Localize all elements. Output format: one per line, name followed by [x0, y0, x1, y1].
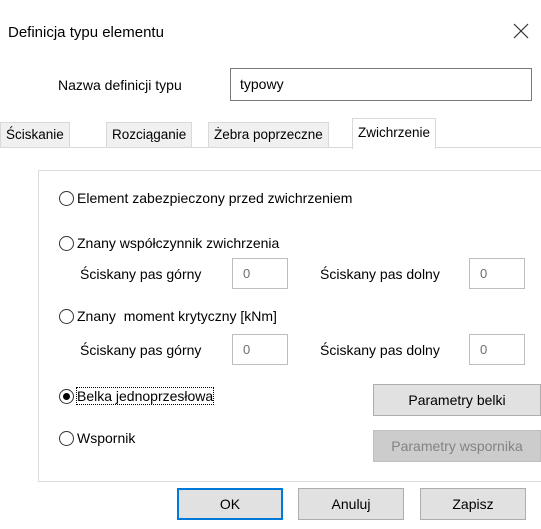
cantilever-parameters-button[interactable]: Parametry wspornika [373, 430, 541, 462]
type-name-input[interactable]: typowy [230, 68, 532, 101]
option-simple-beam-label: Belka jednoprzesłowa [75, 387, 215, 405]
coef-upper-label: Ściskany pas górny [80, 266, 202, 282]
option-cantilever[interactable]: Wspornik [59, 430, 135, 446]
save-button[interactable]: Zapisz [420, 488, 526, 520]
radio-cantilever[interactable] [59, 430, 74, 446]
cancel-button[interactable]: Anuluj [298, 488, 404, 520]
tab-strip: Ściskanie Rozciąganie Żebra poprzeczne Z… [0, 118, 541, 149]
radio-simple-beam[interactable] [59, 388, 74, 404]
radio-known-coefficient[interactable] [59, 235, 74, 251]
type-name-label: Nazwa definicji typu [58, 77, 182, 93]
coef-lower-input[interactable]: 0 [469, 258, 525, 289]
radio-protected[interactable] [59, 190, 74, 206]
moment-upper-input[interactable]: 0 [232, 334, 288, 365]
moment-upper-label: Ściskany pas górny [80, 342, 202, 358]
tab-tension[interactable]: Rozciąganie [106, 122, 193, 148]
option-known-coefficient-label: Znany współczynnik zwichrzenia [77, 235, 280, 251]
option-cantilever-label: Wspornik [77, 430, 136, 446]
option-protected[interactable]: Element zabezpieczony przed zwichrzeniem [59, 190, 352, 206]
radio-known-moment[interactable] [59, 308, 74, 324]
tab-compression[interactable]: Ściskanie [0, 122, 70, 148]
beam-parameters-button[interactable]: Parametry belki [373, 384, 541, 416]
coef-upper-input[interactable]: 0 [232, 258, 288, 289]
option-known-moment[interactable]: Znany moment krytyczny [kNm] [59, 308, 277, 324]
tab-lateral-buckling[interactable]: Zwichrzenie [352, 118, 437, 149]
close-icon[interactable] [512, 22, 530, 40]
option-known-moment-label: Znany moment krytyczny [kNm] [77, 308, 277, 324]
moment-lower-input[interactable]: 0 [469, 334, 525, 365]
moment-lower-label: Ściskany pas dolny [320, 342, 440, 358]
dialog-title: Definicja typu elementu [8, 24, 164, 41]
option-protected-label: Element zabezpieczony przed zwichrzeniem [77, 190, 353, 206]
ok-button[interactable]: OK [177, 488, 283, 520]
coef-lower-label: Ściskany pas dolny [320, 266, 440, 282]
option-simple-beam[interactable]: Belka jednoprzesłowa [59, 387, 215, 405]
option-known-coefficient[interactable]: Znany współczynnik zwichrzenia [59, 235, 279, 251]
title-bar: Definicja typu elementu [0, 0, 541, 52]
tab-transverse-ribs[interactable]: Żebra poprzeczne [208, 122, 329, 148]
